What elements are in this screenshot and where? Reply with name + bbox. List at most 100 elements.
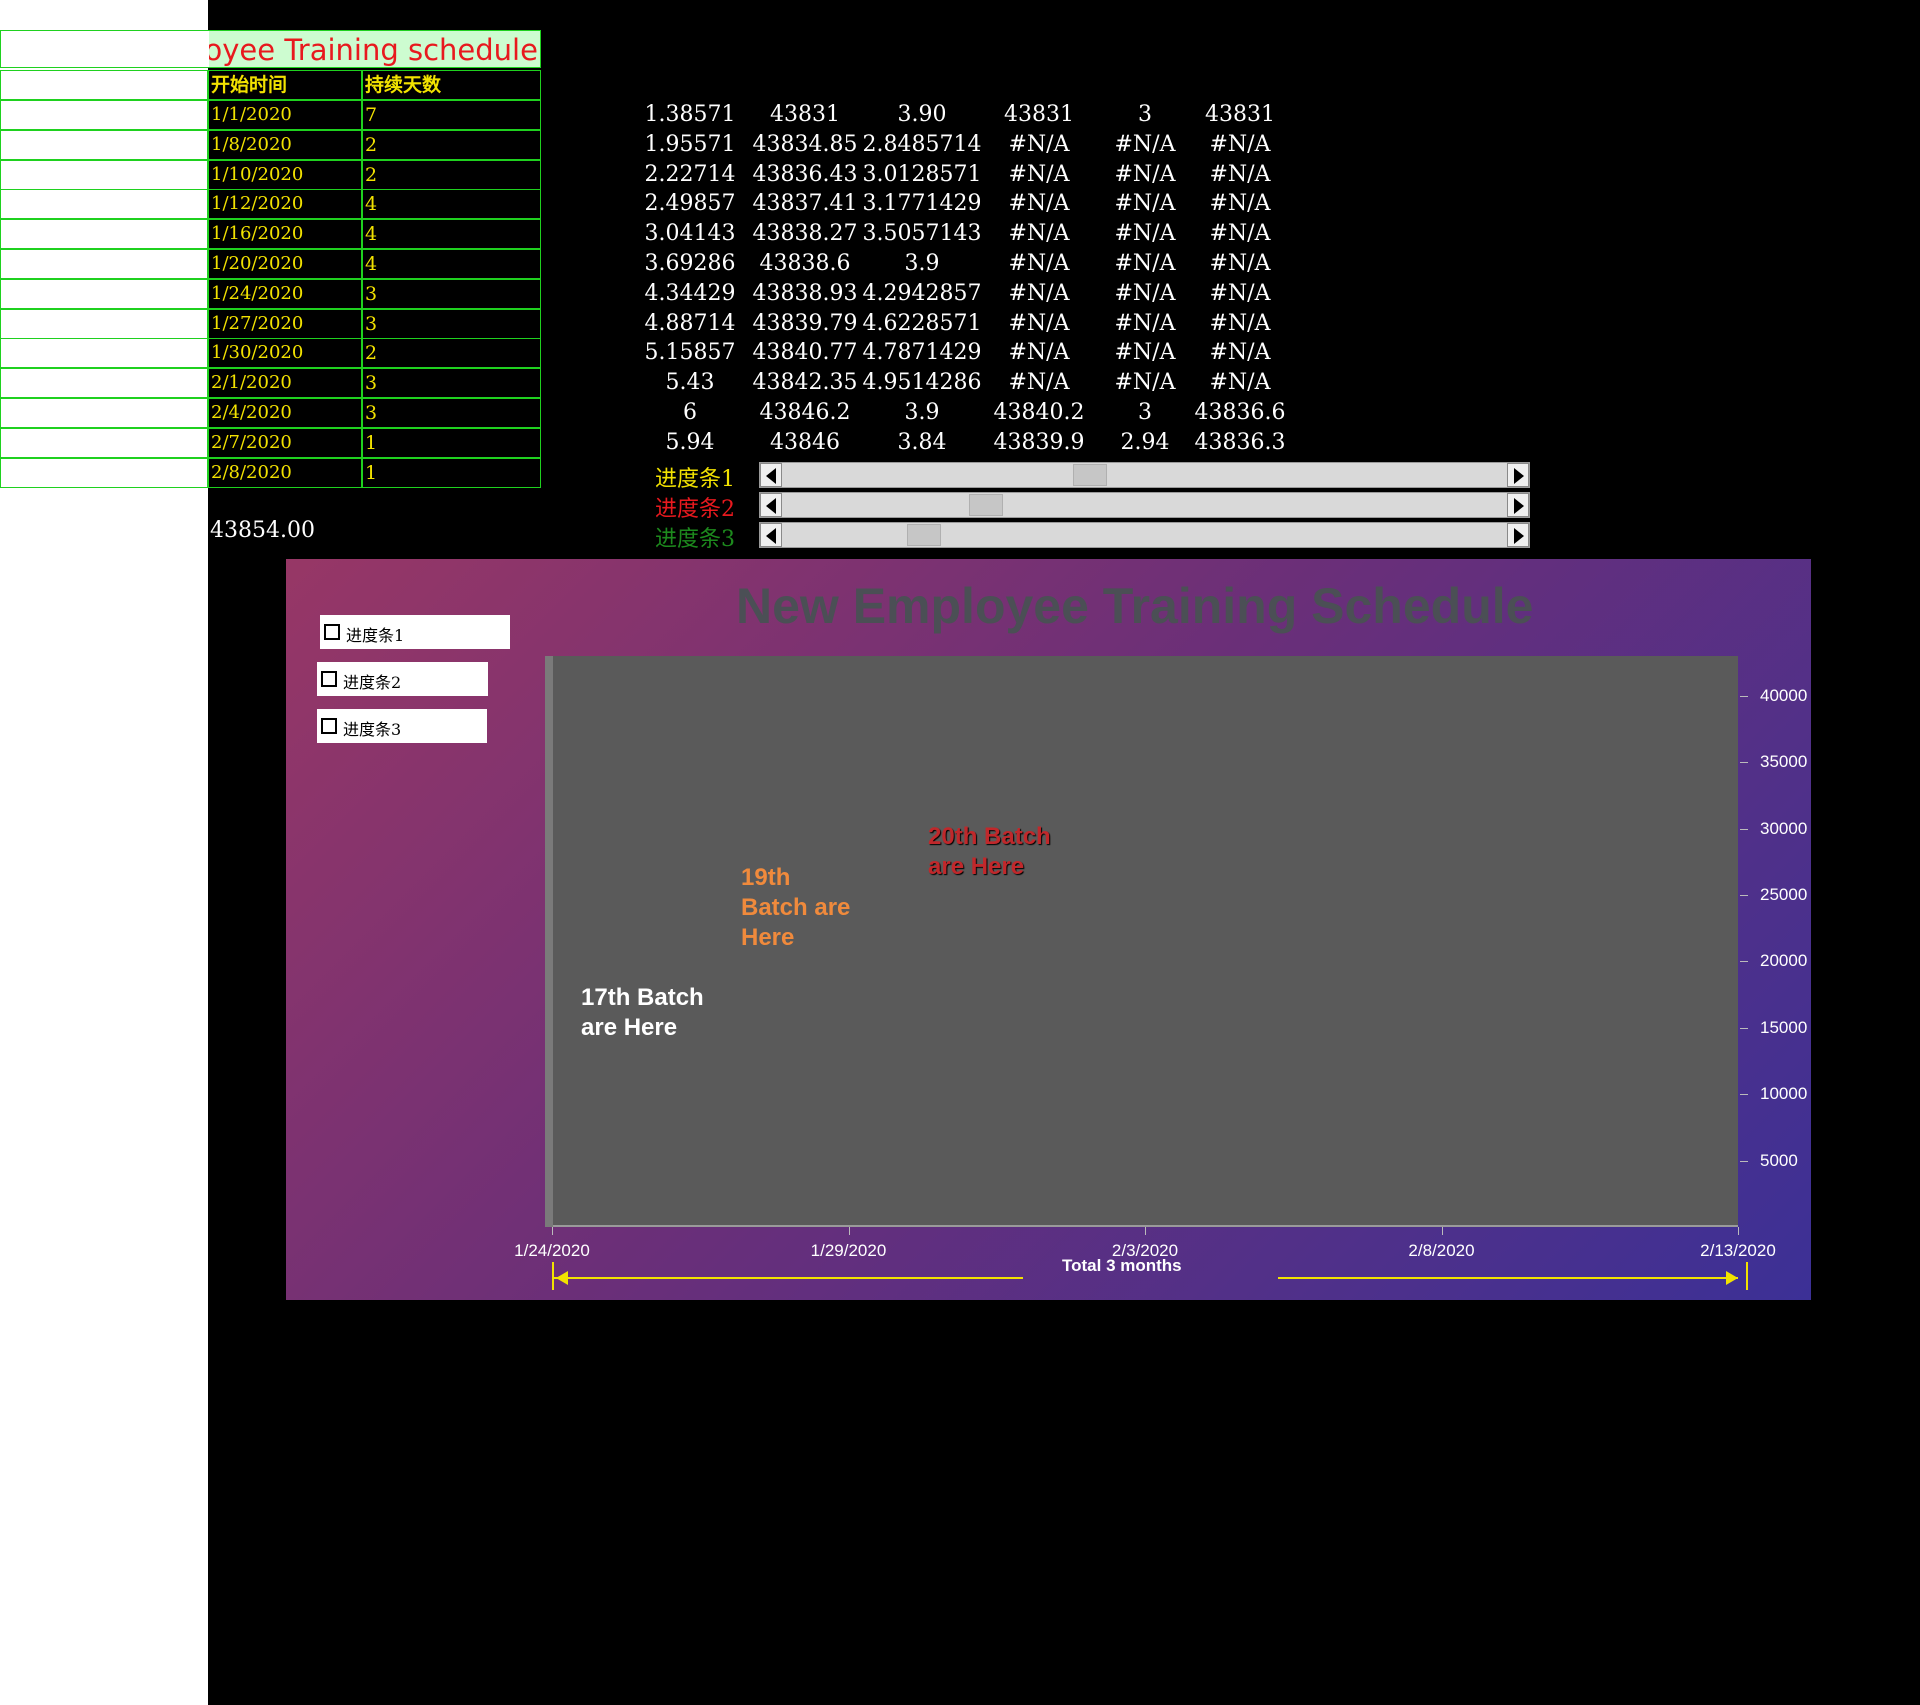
calc-cell[interactable]: 43836.3 <box>1180 428 1300 458</box>
calc-cell[interactable]: 3.9 <box>862 398 982 428</box>
calc-cell[interactable]: 43838.93 <box>745 279 865 309</box>
calc-cell[interactable]: #N/A <box>979 160 1099 190</box>
scroll-right-button[interactable] <box>1507 493 1529 517</box>
calc-cell[interactable]: 1.38571 <box>630 100 750 130</box>
calc-cell[interactable]: #N/A <box>1180 368 1300 398</box>
calc-cell[interactable]: 43846.2 <box>745 398 865 428</box>
duration-cell[interactable]: 1 <box>362 457 541 488</box>
calc-cell[interactable]: #N/A <box>1180 219 1300 249</box>
calc-cell[interactable]: 3.04143 <box>630 219 750 249</box>
duration-cell[interactable]: 4 <box>362 249 541 279</box>
calc-cell[interactable]: 2.49857 <box>630 189 750 219</box>
duration-cell[interactable]: 2 <box>362 159 541 190</box>
calc-cell[interactable]: 43831 <box>1180 100 1300 130</box>
start-date-cell[interactable]: 1/24/2020 <box>208 278 362 309</box>
duration-cell[interactable]: 4 <box>362 189 541 220</box>
calc-cell[interactable]: 3.1771429 <box>862 189 982 219</box>
scroll-thumb[interactable] <box>1073 464 1108 486</box>
start-date-cell[interactable]: 1/20/2020 <box>208 249 362 279</box>
calc-cell[interactable]: 43838.6 <box>745 249 865 279</box>
header-start-time[interactable]: 开始时间 <box>208 70 362 100</box>
cell[interactable] <box>0 129 208 160</box>
calc-cell[interactable]: 3.90 <box>862 100 982 130</box>
calc-cell[interactable]: 1.95571 <box>630 130 750 160</box>
calc-cell[interactable]: #N/A <box>1180 309 1300 339</box>
duration-cell[interactable]: 7 <box>362 100 541 130</box>
calc-cell[interactable]: 43837.41 <box>745 189 865 219</box>
scroll-left-button[interactable] <box>760 523 782 547</box>
chart-area[interactable]: New Employee Training Schedule 进度条1 进度条2… <box>286 559 1811 1300</box>
checkbox-square[interactable] <box>324 624 340 640</box>
calc-cell[interactable]: #N/A <box>979 249 1099 279</box>
checkbox-progress-1[interactable]: 进度条1 <box>320 615 510 649</box>
duration-cell[interactable]: 3 <box>362 308 541 339</box>
start-date-cell[interactable]: 1/30/2020 <box>208 338 362 369</box>
cell[interactable] <box>0 189 208 220</box>
calc-cell[interactable]: #N/A <box>979 189 1099 219</box>
header-duration-days[interactable]: 持续天数 <box>362 70 541 100</box>
start-date-cell[interactable]: 1/12/2020 <box>208 189 362 220</box>
cell[interactable] <box>0 70 208 100</box>
cell[interactable] <box>0 398 208 428</box>
cell[interactable] <box>0 100 208 130</box>
calc-cell[interactable]: #N/A <box>1180 249 1300 279</box>
scroll-left-button[interactable] <box>760 463 782 487</box>
calc-cell[interactable]: 5.94 <box>630 428 750 458</box>
checkbox-square[interactable] <box>321 718 337 734</box>
duration-cell[interactable]: 3 <box>362 368 541 399</box>
calc-cell[interactable]: 43831 <box>745 100 865 130</box>
calc-cell[interactable]: 43838.27 <box>745 219 865 249</box>
calc-cell[interactable]: #N/A <box>1180 338 1300 368</box>
duration-cell[interactable]: 4 <box>362 219 541 250</box>
scroll-thumb[interactable] <box>906 524 941 546</box>
duration-cell[interactable]: 3 <box>362 278 541 309</box>
start-date-cell[interactable]: 1/27/2020 <box>208 308 362 339</box>
calc-cell[interactable]: 3.9 <box>862 249 982 279</box>
cell[interactable] <box>0 159 208 190</box>
calc-cell[interactable]: #N/A <box>979 130 1099 160</box>
start-date-cell[interactable]: 1/10/2020 <box>208 159 362 190</box>
cell[interactable] <box>0 457 208 488</box>
calc-cell[interactable]: 2.8485714 <box>862 130 982 160</box>
total-value-cell[interactable]: 43854.00 <box>210 518 315 543</box>
calc-cell[interactable]: #N/A <box>1180 160 1300 190</box>
start-date-cell[interactable]: 2/4/2020 <box>208 398 362 428</box>
calc-cell[interactable]: 2.22714 <box>630 160 750 190</box>
start-date-cell[interactable]: 2/8/2020 <box>208 457 362 488</box>
calc-cell[interactable]: #N/A <box>979 309 1099 339</box>
scroll-right-button[interactable] <box>1507 463 1529 487</box>
calc-cell[interactable]: #N/A <box>979 368 1099 398</box>
start-date-cell[interactable]: 1/1/2020 <box>208 100 362 130</box>
calc-cell[interactable]: 5.43 <box>630 368 750 398</box>
cell[interactable] <box>0 368 208 399</box>
calc-cell[interactable]: 4.2942857 <box>862 279 982 309</box>
scrollbar-progress-1[interactable] <box>759 462 1530 488</box>
checkbox-square[interactable] <box>321 671 337 687</box>
checkbox-progress-2[interactable]: 进度条2 <box>317 662 488 696</box>
start-date-cell[interactable]: 1/8/2020 <box>208 129 362 160</box>
cell[interactable] <box>0 308 208 339</box>
cell[interactable] <box>0 278 208 309</box>
calc-cell[interactable]: #N/A <box>1180 130 1300 160</box>
calc-cell[interactable]: 4.9514286 <box>862 368 982 398</box>
scrollbar-progress-2[interactable] <box>759 492 1530 518</box>
calc-cell[interactable]: #N/A <box>979 279 1099 309</box>
calc-cell[interactable]: 43842.35 <box>745 368 865 398</box>
scrollbar-progress-3[interactable] <box>759 522 1530 548</box>
duration-cell[interactable]: 1 <box>362 427 541 458</box>
calc-cell[interactable]: 3.69286 <box>630 249 750 279</box>
duration-cell[interactable]: 2 <box>362 129 541 160</box>
cell[interactable] <box>0 427 208 458</box>
duration-cell[interactable]: 3 <box>362 398 541 428</box>
plot-area[interactable] <box>545 656 1738 1227</box>
calc-cell[interactable]: 3.0128571 <box>862 160 982 190</box>
calc-cell[interactable]: 43834.85 <box>745 130 865 160</box>
calc-cell[interactable]: 43839.79 <box>745 309 865 339</box>
calc-cell[interactable]: 43836.43 <box>745 160 865 190</box>
calc-cell[interactable]: 4.88714 <box>630 309 750 339</box>
duration-cell[interactable]: 2 <box>362 338 541 369</box>
scroll-right-button[interactable] <box>1507 523 1529 547</box>
start-date-cell[interactable]: 1/16/2020 <box>208 219 362 250</box>
cell[interactable] <box>0 338 208 369</box>
calc-cell[interactable]: 6 <box>630 398 750 428</box>
